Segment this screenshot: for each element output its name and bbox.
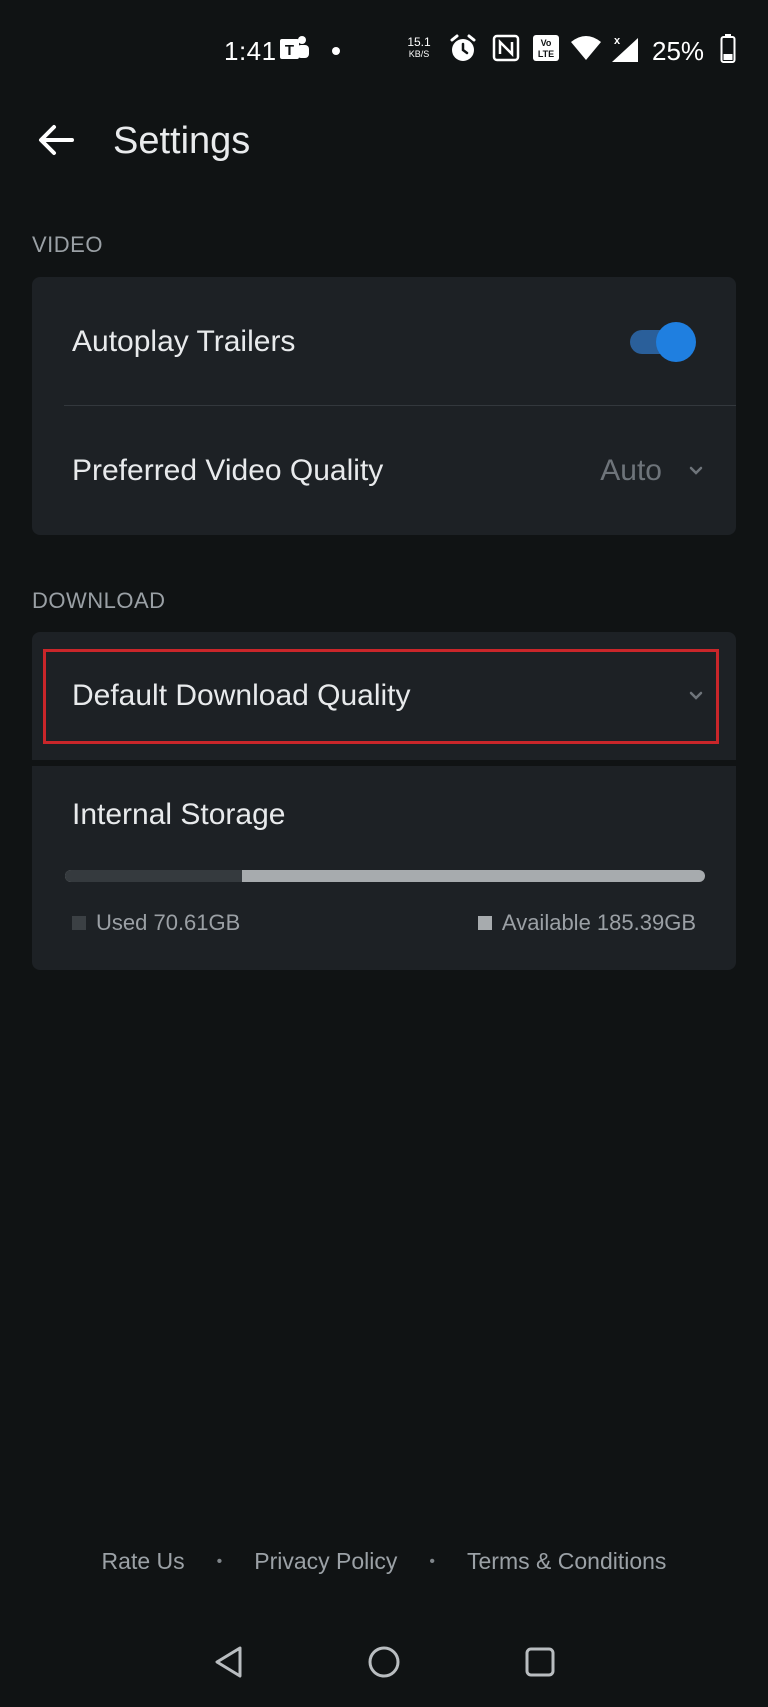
teams-icon: T — [278, 34, 310, 64]
preferred-video-quality-value: Auto — [600, 454, 662, 487]
svg-text:LTE: LTE — [538, 49, 554, 59]
storage-available-label: Available 185.39GB — [501, 910, 696, 935]
arrow-left-icon — [39, 125, 74, 155]
chevron-down-icon — [689, 466, 703, 475]
system-navigation-bar — [0, 1620, 768, 1707]
square-recents-icon — [525, 1647, 555, 1677]
network-speed: 15.1 KB/S — [407, 35, 431, 59]
page-title: Settings — [113, 120, 251, 162]
signal-icon: x — [608, 34, 640, 64]
svg-text:T: T — [285, 42, 294, 59]
available-swatch — [477, 916, 492, 930]
preferred-video-quality-row[interactable]: Preferred Video Quality Auto — [32, 406, 736, 536]
circle-home-icon — [368, 1646, 400, 1678]
nav-recents-button[interactable] — [518, 1640, 562, 1684]
video-settings-card: Autoplay Trailers Preferred Video Qualit… — [32, 277, 736, 535]
terms-conditions-link[interactable]: Terms & Conditions — [467, 1548, 666, 1575]
storage-used-fill — [65, 870, 242, 882]
used-swatch — [72, 916, 86, 930]
rate-us-link[interactable]: Rate Us — [102, 1548, 185, 1575]
back-button[interactable] — [30, 114, 82, 166]
triangle-back-icon — [215, 1646, 242, 1678]
app-header: Settings — [0, 100, 768, 184]
section-label-video: VIDEO — [32, 232, 103, 257]
default-download-quality-row[interactable]: Default Download Quality — [32, 632, 736, 760]
storage-used-label: Used 70.61GB — [96, 910, 241, 935]
storage-available-legend: Available 185.39GB — [477, 910, 696, 936]
toggle-knob — [656, 322, 696, 362]
privacy-policy-link[interactable]: Privacy Policy — [254, 1548, 397, 1575]
preferred-video-quality-label: Preferred Video Quality — [72, 454, 384, 487]
internal-storage-title: Internal Storage — [72, 798, 286, 831]
storage-used-legend: Used 70.61GB — [72, 910, 240, 936]
wifi-icon — [570, 34, 602, 62]
default-download-quality-label: Default Download Quality — [72, 679, 411, 712]
footer-separator: • — [216, 1552, 223, 1570]
battery-percent: 25% — [652, 36, 705, 66]
nav-home-button[interactable] — [362, 1640, 406, 1684]
chevron-down-icon — [689, 691, 703, 700]
internal-storage-card: Internal Storage Used 70.61GB Available … — [32, 766, 736, 970]
footer-links: Rate Us • Privacy Policy • Terms & Condi… — [0, 1548, 768, 1575]
autoplay-trailers-row[interactable]: Autoplay Trailers — [32, 277, 736, 407]
status-time: 1:41 — [224, 36, 277, 66]
download-settings-card: Default Download Quality — [32, 632, 736, 760]
svg-text:Vo: Vo — [541, 38, 552, 48]
autoplay-trailers-toggle[interactable] — [630, 322, 696, 362]
section-label-download: DOWNLOAD — [32, 588, 166, 613]
nav-back-button[interactable] — [207, 1640, 251, 1684]
status-bar: 1:41 T 15.1 KB/S Vo LTE x 25% — [0, 0, 768, 100]
nfc-icon — [492, 34, 520, 62]
autoplay-trailers-label: Autoplay Trailers — [72, 325, 296, 358]
battery-icon — [720, 34, 736, 64]
storage-progress-bar — [65, 870, 705, 882]
volte-icon: Vo LTE — [532, 34, 560, 62]
alarm-icon — [448, 34, 478, 64]
footer-separator: • — [429, 1552, 436, 1570]
notification-dot — [332, 47, 340, 55]
svg-text:x: x — [614, 35, 621, 47]
